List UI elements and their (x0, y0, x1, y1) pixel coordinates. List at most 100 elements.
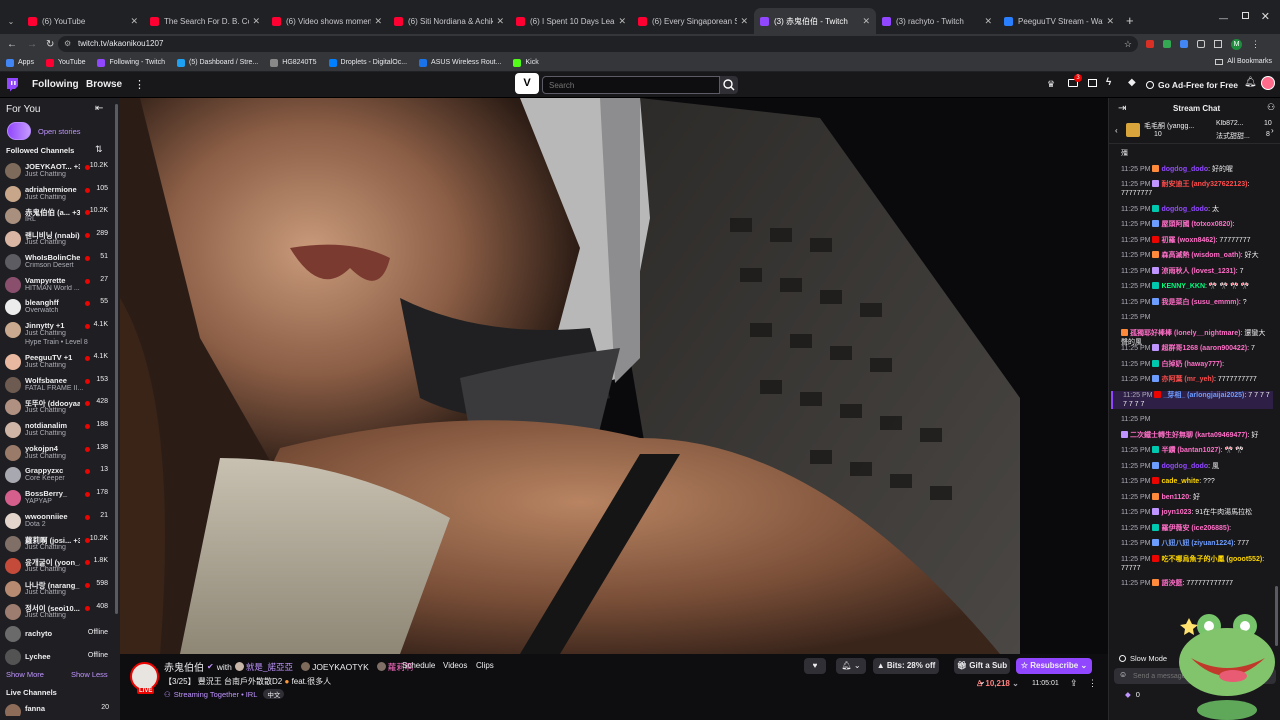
sort-icon[interactable]: ⇅ (95, 144, 103, 155)
twitch-logo-icon[interactable] (6, 78, 19, 92)
chat-username[interactable]: KENNY_KKN (1161, 283, 1205, 290)
sidebar-channel[interactable]: 정서이 (seoi10... Just Chatting 408 (0, 602, 114, 625)
bookmark-item[interactable]: Following - Twitch (97, 58, 165, 67)
sidebar-channel[interactable]: rachyto Offline (0, 624, 114, 647)
nav-following[interactable]: Following (32, 79, 79, 90)
language-tag[interactable]: 中文 (263, 689, 285, 699)
prev-gifter-icon[interactable]: ‹ (1115, 126, 1118, 135)
streamer-avatar[interactable] (130, 662, 159, 691)
sidebar-channel[interactable]: 나나랑 (narang_... Just Chatting 598 (0, 579, 114, 602)
maximize-button[interactable] (1242, 12, 1249, 19)
show-more-link[interactable]: Show More (6, 670, 44, 679)
browser-tab[interactable]: (6) YouTube ✕ (22, 8, 144, 34)
reload-icon[interactable]: ↻ (46, 39, 54, 50)
follow-heart-button[interactable]: ♥ (804, 658, 826, 674)
sidebar-channel[interactable]: PeeguuTV +1 Just Chatting 4.1K (0, 352, 114, 375)
sidebar-channel[interactable]: 랜니비닝 (nnabi) Just Chatting 289 (0, 229, 114, 252)
channel-name[interactable]: 赤鬼伯伯 (164, 659, 204, 674)
close-tab-icon[interactable]: ✕ (862, 16, 870, 27)
gift-sub-button[interactable]: 🎁︎ Gift a Sub ⌄ (954, 658, 1010, 686)
gifter-name[interactable]: 毛毛酮 (yangg... (1144, 121, 1214, 131)
browser-tab[interactable]: (6) Siti Nordiana & Achik - Pali✕ (388, 8, 510, 34)
close-tab-icon[interactable]: ✕ (1106, 16, 1114, 27)
sidebar-channel[interactable]: notdianalim Just Chatting 188 (0, 420, 114, 443)
puzzle-icon[interactable] (1197, 40, 1205, 48)
stories-avatar[interactable] (7, 122, 31, 140)
search-button[interactable] (720, 76, 738, 94)
sidebar-channel[interactable]: bleanghff Overwatch 55 (0, 297, 114, 320)
tab-schedule[interactable]: Schedule (402, 661, 435, 670)
chat-username[interactable]: 二次鐵士轉生好無聊 (karta09469477) (1130, 432, 1248, 439)
whispers-icon[interactable] (1088, 79, 1097, 87)
collapse-chat-icon[interactable]: ⇥ (1118, 103, 1126, 114)
category-link[interactable]: IRL (246, 690, 258, 699)
gifter-name[interactable]: 法式甜甜... (1216, 131, 1262, 141)
chat-username[interactable]: 語泱筵 (1161, 580, 1182, 587)
sidebar-channel[interactable]: JOEYKAOT... +3 Just Chatting 10.2K (0, 161, 114, 184)
chat-username[interactable]: cade_white (1161, 478, 1199, 485)
address-bar[interactable]: ⚙ twitch.tv/akaonikou1207 ☆ (58, 36, 1138, 52)
tab-search-button[interactable]: ⌄ (0, 8, 22, 34)
cohost-avatar[interactable] (234, 662, 244, 671)
close-tab-icon[interactable]: ✕ (618, 16, 626, 27)
chat-username[interactable]: 八妞八妞 (ziyuan1224) (1161, 540, 1233, 547)
bits-icon[interactable]: ◆ (1128, 77, 1136, 88)
chat-username[interactable]: 孤獨耶好棒棒 (lonely__nightmare) (1130, 330, 1240, 337)
extension-icon[interactable] (1180, 40, 1188, 48)
sidebar-channel[interactable]: 윤개굴이 (yoon_... Just Chatting 1.8K (0, 556, 114, 579)
profile-avatar[interactable]: M (1231, 38, 1242, 50)
share-icon[interactable]: ⇪ (1070, 678, 1078, 689)
more-dots-icon[interactable]: ⋮ (134, 78, 145, 91)
chat-username[interactable]: 半鑽 (bantan1027) (1161, 447, 1220, 454)
new-tab-button[interactable]: + (1126, 13, 1134, 28)
cohost-avatar[interactable] (376, 662, 386, 671)
chat-username[interactable]: 我是菜白 (susu_emmm) (1161, 299, 1238, 306)
chat-username[interactable]: 羅伊薇安 (ice206885) (1161, 525, 1229, 532)
users-icon[interactable]: ⚇ (1267, 102, 1275, 113)
browser-tab[interactable]: PeeguuTV Stream - Watch Live✕ (998, 8, 1120, 34)
chat-username[interactable]: 亦阿葉 (mr_yeh) (1161, 376, 1214, 383)
bits-button[interactable]: ▲ Bits: 28% off (873, 658, 939, 674)
extension-icon[interactable] (1146, 40, 1154, 48)
video-player[interactable] (120, 98, 1108, 654)
sidepanel-icon[interactable] (1214, 40, 1222, 48)
sidebar-channel[interactable]: Vampyrette HITMAN World ... 27 (0, 275, 114, 298)
chat-username[interactable]: dogdog_dodo (1161, 206, 1208, 213)
sidebar-channel[interactable]: Grappyzxc Core Keeper 13 (0, 465, 114, 488)
close-tab-icon[interactable]: ✕ (740, 16, 748, 27)
bookmark-item[interactable]: (5) Dashboard / Stre... (177, 58, 258, 67)
tab-clips[interactable]: Clips (476, 661, 494, 670)
next-gifter-icon[interactable]: › (1271, 126, 1274, 135)
sidebar-channel[interactable]: wwoonniiee Dota 2 21 (0, 511, 114, 534)
resubscribe-button[interactable]: ☆ Resubscribe ⌄ (1016, 658, 1092, 674)
cohost-name[interactable]: JOEYKAOTYK (312, 662, 369, 672)
bell-icon[interactable]: 🔔︎ (1244, 77, 1257, 88)
sidebar-scrollbar[interactable] (115, 104, 118, 614)
chat-username[interactable]: 涼雨秋人 (lovest_1231) (1161, 268, 1235, 275)
bookmark-item[interactable]: ASUS Wireless Rout... (419, 58, 501, 67)
sidebar-channel[interactable]: yokojpn4 Just Chatting 138 (0, 443, 114, 466)
bookmark-item[interactable]: YouTube (45, 58, 85, 67)
browser-tab[interactable]: (6) I Spent 10 Days Learning Ra✕ (510, 8, 632, 34)
sidebar-channel[interactable]: WhoIsBolinChen Crimson Desert 51 (0, 252, 114, 275)
user-avatar[interactable] (1261, 76, 1275, 90)
streaming-together-label[interactable]: Streaming Together (174, 690, 239, 699)
browser-tab[interactable]: (3) rachyto - Twitch ✕ (876, 8, 998, 34)
sidebar-channel[interactable]: 赤鬼伯伯 (a... +3 IRL 10.2K (0, 206, 114, 229)
menu-dots-icon[interactable]: ⋮ (1251, 39, 1260, 50)
browser-tab[interactable]: (3) 赤鬼伯伯 - Twitch ✕ (754, 8, 876, 34)
sidebar-channel[interactable]: BossBerry_ YAPYAP 178 (0, 488, 114, 511)
open-stories-link[interactable]: Open stories (38, 127, 81, 136)
more-options-icon[interactable]: ⋮ (1088, 678, 1097, 689)
bookmark-item[interactable]: Apps (6, 58, 34, 67)
emote-picker-icon[interactable]: ☺ (1119, 670, 1127, 679)
bookmark-star-icon[interactable]: ☆ (1124, 36, 1132, 52)
all-bookmarks[interactable]: All Bookmarks (1215, 58, 1272, 65)
browser-tab[interactable]: (6) Video shows moment jet slu✕ (266, 8, 388, 34)
back-icon[interactable]: ← (7, 39, 17, 50)
cohost-name[interactable]: 就是_諾亞亞 (246, 661, 293, 673)
crown-icon[interactable]: ♛ (1047, 79, 1055, 90)
chat-username[interactable]: 白掉奶 (haway777) (1161, 361, 1222, 368)
close-tab-icon[interactable]: ✕ (252, 16, 260, 27)
chat-username[interactable]: 屋頭阿國 (totxox0820) (1161, 221, 1232, 228)
